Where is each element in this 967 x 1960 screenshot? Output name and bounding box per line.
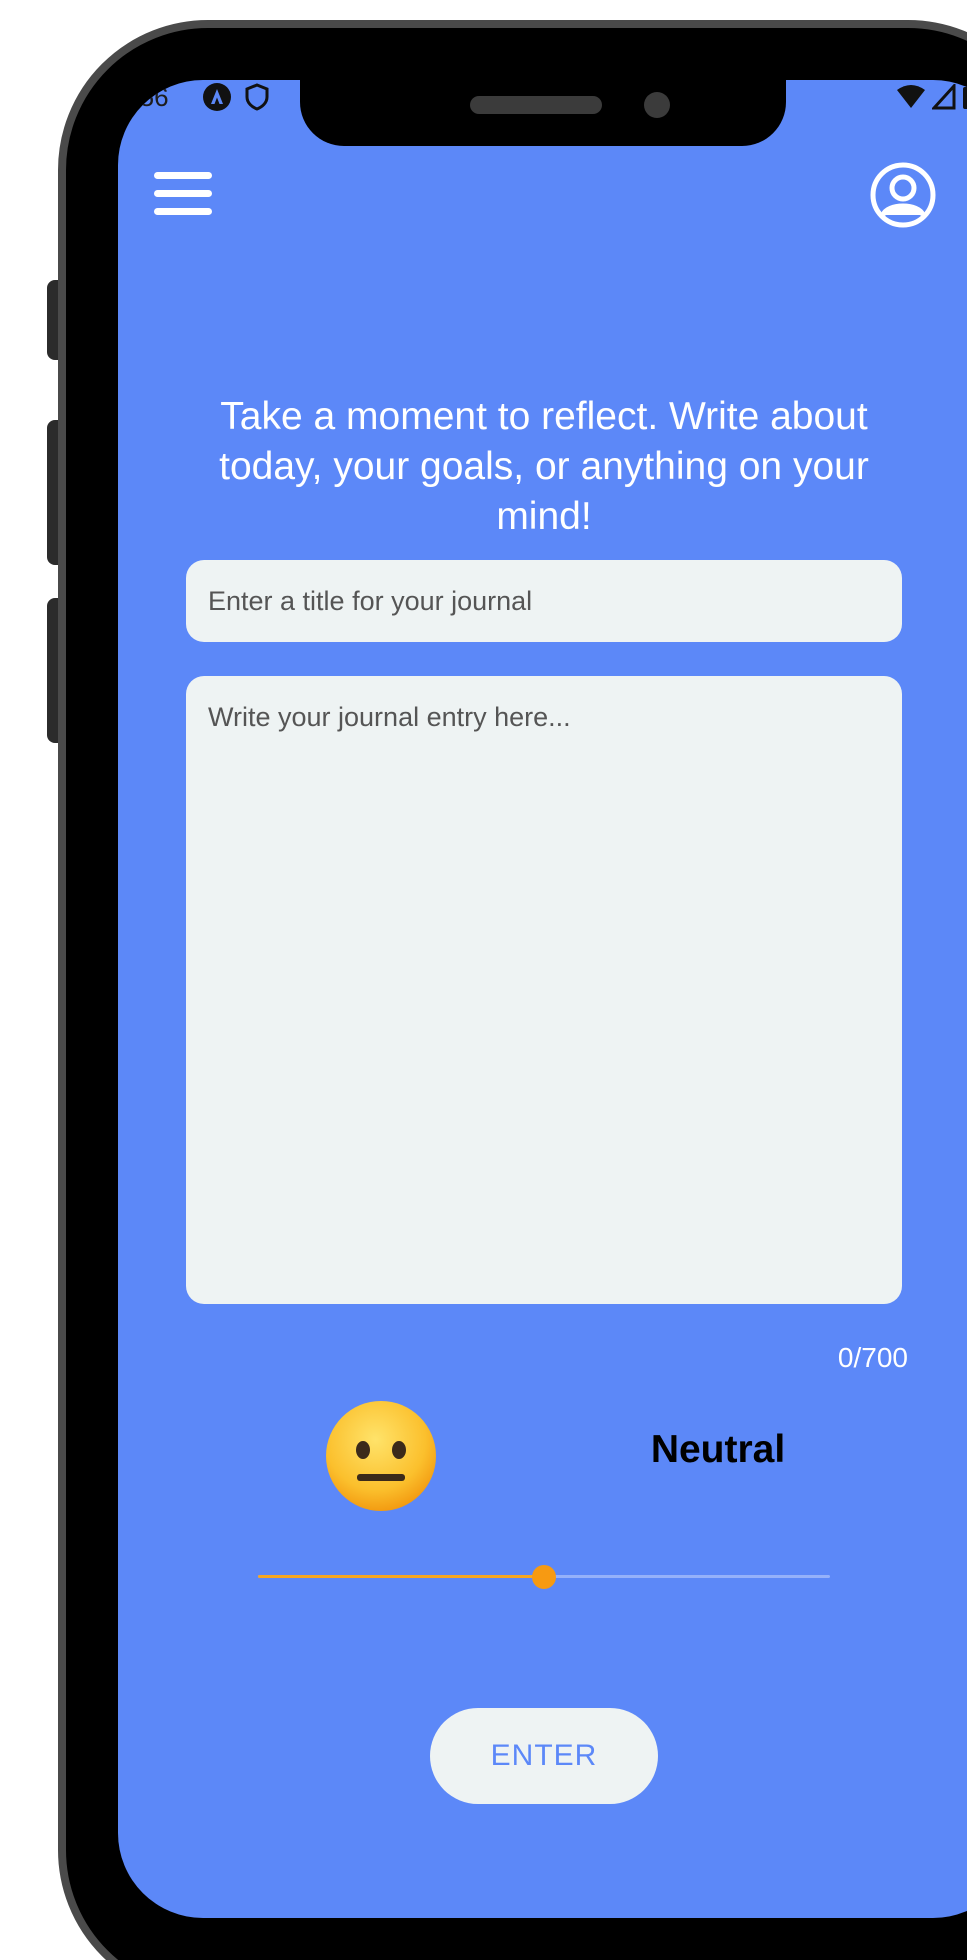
mood-slider-fill	[258, 1575, 544, 1578]
earpiece-speaker	[470, 96, 602, 114]
mood-label: Neutral	[650, 1428, 786, 1471]
battery-icon	[963, 87, 967, 109]
journal-prompt: Take a moment to reflect. Write about to…	[219, 395, 869, 538]
character-counter: 0/700	[837, 1342, 908, 1373]
mood-slider-thumb[interactable]	[532, 1565, 556, 1589]
wifi-icon	[897, 85, 925, 108]
shield-icon	[245, 83, 269, 111]
enter-button[interactable]: ENTER	[430, 1708, 658, 1804]
phone-notch	[300, 80, 786, 146]
journal-entry-textarea[interactable]	[186, 676, 902, 1304]
device-mockup: 4:56 Take a moment to reflect. Write abo…	[0, 0, 967, 1960]
user-circle-icon[interactable]	[870, 162, 936, 228]
hamburger-menu-icon[interactable]	[154, 172, 214, 218]
neutral-face-icon	[326, 1401, 436, 1511]
status-icons	[896, 84, 967, 110]
app-notification-icon	[203, 83, 231, 111]
journal-title-input[interactable]	[186, 560, 902, 642]
cellular-signal-icon	[932, 84, 956, 110]
front-camera	[644, 92, 670, 118]
app-screen: 4:56 Take a moment to reflect. Write abo…	[118, 80, 967, 1918]
status-time: 4:56	[118, 82, 169, 112]
mood-slider[interactable]	[258, 1562, 830, 1592]
